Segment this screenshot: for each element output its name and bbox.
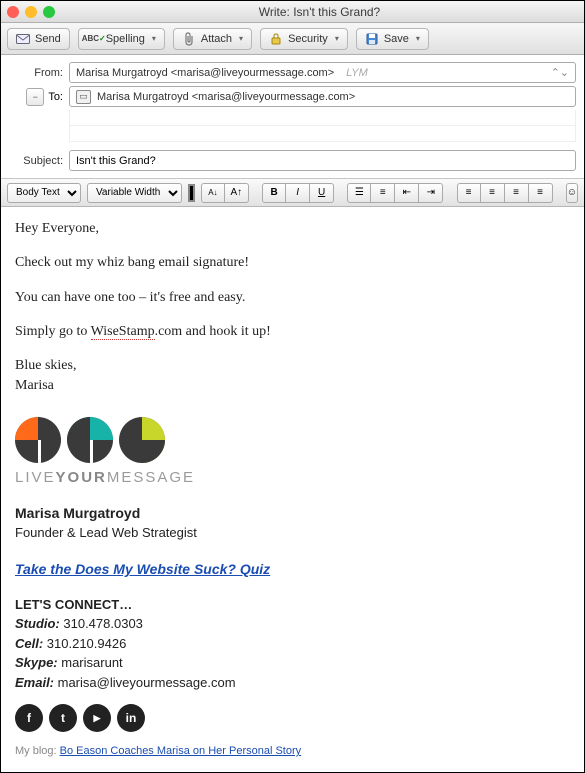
brand-wordmark: LIVEYOURMESSAGE <box>15 467 570 489</box>
lock-icon <box>269 32 283 46</box>
align-group: ≡ ≡ ≡ ≡ <box>457 183 553 203</box>
paperclip-icon <box>182 32 196 46</box>
underline-button[interactable]: U <box>310 183 334 203</box>
bold-button[interactable]: B <box>262 183 286 203</box>
to-value: Marisa Murgatroyd <marisa@liveyourmessag… <box>97 91 355 103</box>
blog-line: My blog: Bo Eason Coaches Marisa on Her … <box>15 744 570 760</box>
bullet-list-button[interactable]: ☰ <box>347 183 371 203</box>
decrease-font-button[interactable]: A↓ <box>201 183 225 203</box>
quiz-link[interactable]: Take the Does My Website Suck? Quiz <box>15 559 270 579</box>
spellcheck-icon: ABC✓ <box>87 32 101 46</box>
pie-icon <box>119 417 165 463</box>
subject-input[interactable] <box>76 155 569 167</box>
wisestamp-link[interactable]: WiseStamp <box>91 324 155 340</box>
chevron-updown-icon: ⌃⌄ <box>551 66 569 79</box>
to-label: To: <box>48 91 69 103</box>
twitter-icon[interactable]: t <box>49 704 77 732</box>
body-line: Simply go to WiseStamp.com and hook it u… <box>15 322 570 342</box>
italic-button[interactable]: I <box>286 183 310 203</box>
zoom-window-button[interactable] <box>43 6 55 18</box>
paragraph-style-select[interactable]: Body Text <box>7 183 81 203</box>
contact-card-icon: ▭ <box>76 90 91 104</box>
save-button[interactable]: Save ▾ <box>356 28 429 50</box>
linkedin-icon[interactable]: in <box>117 704 145 732</box>
send-button[interactable]: Send <box>7 28 70 50</box>
extra-recipient-row[interactable] <box>69 126 576 142</box>
number-list-button[interactable]: ≡ <box>371 183 395 203</box>
chevron-down-icon: ▾ <box>152 34 156 43</box>
chevron-down-icon: ▾ <box>416 34 420 43</box>
security-label: Security <box>288 33 328 45</box>
email-signature: LIVEYOURMESSAGE Marisa Murgatroyd Founde… <box>15 417 570 761</box>
facebook-icon[interactable]: f <box>15 704 43 732</box>
connect-header: LET'S CONNECT… <box>15 595 570 615</box>
from-account-tag: LYM <box>346 67 368 79</box>
youtube-icon[interactable]: ▶ <box>83 704 111 732</box>
chevron-down-icon: ▾ <box>239 34 243 43</box>
signature-name: Marisa Murgatroyd <box>15 503 570 523</box>
security-button[interactable]: Security ▾ <box>260 28 348 50</box>
spelling-button[interactable]: ABC✓ Spelling ▾ <box>78 28 165 50</box>
align-right-button[interactable]: ≡ <box>505 183 529 203</box>
send-label: Send <box>35 33 61 45</box>
increase-font-button[interactable]: A↑ <box>225 183 249 203</box>
font-size-group: A↓ A↑ <box>201 183 249 203</box>
insert-smiley-button[interactable]: ☺ <box>566 183 578 203</box>
attach-button[interactable]: Attach ▾ <box>173 28 252 50</box>
indent-button[interactable]: ⇥ <box>419 183 443 203</box>
main-toolbar: Send ABC✓ Spelling ▾ Attach ▾ Security ▾… <box>1 23 584 55</box>
brand-logo <box>15 417 570 463</box>
social-icons: f t ▶ in <box>15 704 570 732</box>
message-body[interactable]: Hey Everyone, Check out my whiz bang ema… <box>1 207 584 772</box>
close-window-button[interactable] <box>7 6 19 18</box>
send-icon <box>16 32 30 46</box>
save-icon <box>365 32 379 46</box>
text-style-group: B I U <box>262 183 334 203</box>
extra-recipient-row[interactable] <box>69 110 576 126</box>
align-center-button[interactable]: ≡ <box>481 183 505 203</box>
window-title: Write: Isn't this Grand? <box>61 5 578 19</box>
remove-recipient-button[interactable]: − <box>26 88 44 106</box>
blog-link[interactable]: Bo Eason Coaches Marisa on Her Personal … <box>60 745 302 757</box>
from-label: From: <box>9 67 69 79</box>
subject-field[interactable] <box>69 150 576 171</box>
spelling-label: Spelling <box>106 33 145 45</box>
body-line: Check out my whiz bang email signature! <box>15 253 570 273</box>
contact-block: LET'S CONNECT… Studio: 310.478.0303 Cell… <box>15 595 570 693</box>
body-line: You can have one too – it's free and eas… <box>15 288 570 308</box>
subject-label: Subject: <box>9 155 69 167</box>
minimize-window-button[interactable] <box>25 6 37 18</box>
format-toolbar: Body Text Variable Width A↓ A↑ B I U ☰ ≡… <box>1 179 584 207</box>
to-field[interactable]: ▭ Marisa Murgatroyd <marisa@liveyourmess… <box>69 86 576 107</box>
pie-icon <box>67 417 113 463</box>
pie-icon <box>15 417 61 463</box>
list-group: ☰ ≡ ⇤ ⇥ <box>347 183 443 203</box>
align-left-button[interactable]: ≡ <box>457 183 481 203</box>
from-value: Marisa Murgatroyd <marisa@liveyourmessag… <box>76 67 334 79</box>
align-justify-button[interactable]: ≡ <box>529 183 553 203</box>
save-label: Save <box>384 33 409 45</box>
message-headers: From: Marisa Murgatroyd <marisa@liveyour… <box>1 55 584 179</box>
body-signoff: Blue skies, Marisa <box>15 356 570 397</box>
attach-label: Attach <box>201 33 232 45</box>
body-greeting: Hey Everyone, <box>15 219 570 239</box>
signature-role: Founder & Lead Web Strategist <box>15 524 570 543</box>
text-color-swatch[interactable] <box>188 184 195 202</box>
window-titlebar: Write: Isn't this Grand? <box>1 1 584 23</box>
chevron-down-icon: ▾ <box>335 34 339 43</box>
font-family-select[interactable]: Variable Width <box>87 183 182 203</box>
from-field[interactable]: Marisa Murgatroyd <marisa@liveyourmessag… <box>69 62 576 83</box>
outdent-button[interactable]: ⇤ <box>395 183 419 203</box>
